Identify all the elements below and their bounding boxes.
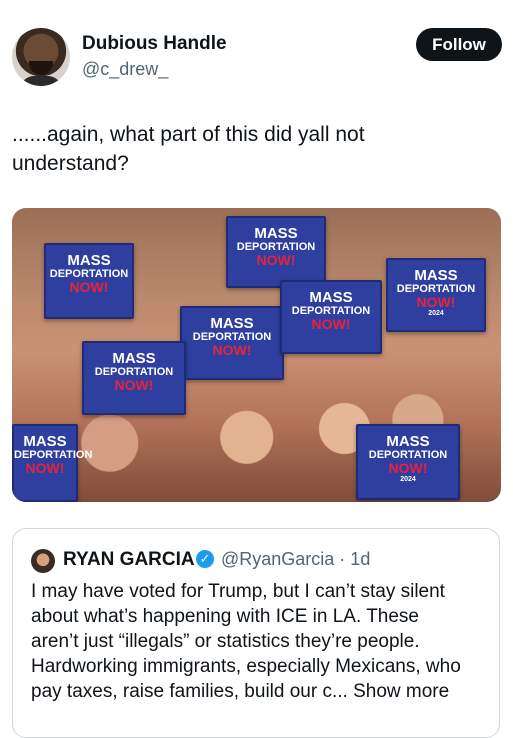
sign-line3: NOW! — [388, 460, 428, 476]
quoted-text-line[interactable]: pay taxes, raise families, build our c..… — [31, 679, 491, 704]
post-header: Dubious Handle @c_drew_ Follow — [12, 28, 502, 88]
sign: MASS DEPORTATION NOW! — [44, 243, 134, 319]
author-avatar[interactable] — [12, 28, 70, 86]
quoted-author-name[interactable]: RYAN GARCIA — [63, 549, 195, 571]
quoted-text-line: I may have voted for Trump, but I can’t … — [31, 581, 445, 602]
sign-line3: NOW! — [416, 294, 456, 310]
sign: MASS DEPORTATION NOW! 2024 — [386, 258, 486, 332]
quoted-author-avatar[interactable] — [31, 549, 55, 573]
post-text: ......again, what part of this did yall … — [12, 120, 482, 178]
sign-year: 2024 — [428, 310, 444, 317]
sign-line1: MASS — [414, 267, 458, 284]
author-handle[interactable]: @c_drew_ — [82, 59, 168, 80]
sign-line1: MASS — [23, 433, 67, 450]
sign: MASS DEPORTATION NOW! — [280, 280, 382, 354]
sign: MASS DEPORTATION NOW! — [226, 216, 326, 288]
sign-line3: NOW! — [311, 316, 351, 332]
sign-line1: MASS — [386, 433, 430, 450]
sign-line3: NOW! — [256, 252, 296, 268]
avatar-beard — [29, 61, 53, 75]
avatar-shirt — [20, 76, 62, 86]
sign-line3: NOW! — [69, 279, 109, 295]
quoted-post[interactable]: RYAN GARCIA ✓ @RyanGarcia · 1d I may hav… — [12, 528, 500, 738]
sign: MASS DEPORTATION NOW! 2024 — [356, 424, 460, 500]
sign-line3: NOW! — [114, 377, 154, 393]
sign-line1: MASS — [67, 252, 111, 269]
sign-year: 2024 — [400, 476, 416, 483]
sign-line3: NOW! — [212, 342, 252, 358]
sign-line1: MASS — [254, 225, 298, 242]
sign: MASS DEPORTATION NOW! — [82, 341, 186, 415]
author-name[interactable]: Dubious Handle — [82, 33, 227, 55]
sign: MASS DEPORTATION NOW! — [12, 424, 92, 502]
verified-badge-icon: ✓ — [196, 550, 214, 568]
post-image[interactable]: MASS DEPORTATION NOW! MASS DEPORTATION N… — [12, 208, 501, 502]
quoted-text-line: Hardworking immigrants, especially Mexic… — [31, 656, 461, 677]
quoted-post-text: I may have voted for Trump, but I can’t … — [31, 579, 491, 704]
sign-line3: NOW! — [25, 460, 65, 476]
sign: MASS DEPORTATION NOW! — [180, 306, 284, 380]
post-text-line: understand? — [12, 152, 129, 175]
quoted-text-line: aren’t just “illegals” or statistics the… — [31, 631, 420, 652]
sign-line1: MASS — [210, 315, 254, 332]
quoted-author-handle[interactable]: @RyanGarcia · 1d — [221, 549, 370, 570]
quoted-text-line: about what’s happening with ICE in LA. T… — [31, 606, 419, 627]
sign-line1: MASS — [112, 350, 156, 367]
follow-button[interactable]: Follow — [416, 28, 502, 61]
sign-line1: MASS — [309, 289, 353, 306]
post-text-line: ......again, what part of this did yall … — [12, 123, 365, 146]
